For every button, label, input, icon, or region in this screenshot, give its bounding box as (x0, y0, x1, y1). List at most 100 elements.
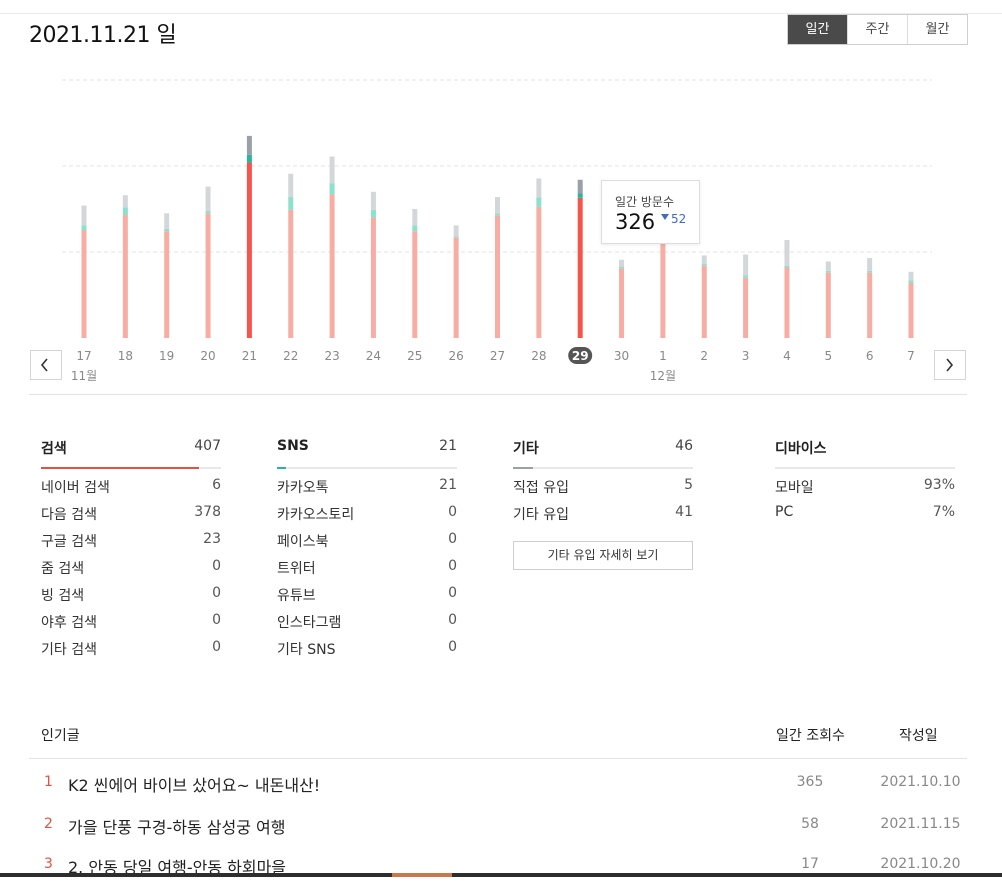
stat-device-header: 디바이스 (775, 436, 955, 469)
day-label: 30 (614, 349, 629, 363)
bar-segment-sns (81, 225, 87, 231)
bar-segment-sns (701, 264, 707, 266)
tab-monthly[interactable]: 월간 (908, 15, 967, 44)
stat-device: 디바이스 모바일 93% PC 7% (775, 436, 955, 523)
stat-row-value: 41 (675, 504, 693, 520)
bar-segment-sns (453, 236, 459, 238)
bar-segment-search (825, 272, 831, 338)
day-label: 5 (824, 349, 832, 363)
bar-segment-etc (701, 255, 707, 265)
bar-segment-sns (288, 196, 294, 210)
bar-segment-search (577, 197, 583, 338)
bar-segment-etc (743, 254, 749, 276)
bar-segment-etc (577, 179, 583, 194)
stat-row-value: 0 (448, 504, 457, 520)
bar-segment-etc (908, 271, 914, 281)
popular-row[interactable]: 3 2. 안동 당일 여행-안동 하회마을 17 2021.10.20 (0, 856, 1002, 886)
visits-bar-chart: 17 18 19 20 21 22 23 24 25 26 27 28 29 30 1 2 3 4 5 6 711월 12… (62, 79, 932, 383)
stat-row-label: 구글 검색 (41, 534, 97, 550)
bar-segment-search (246, 162, 252, 338)
day-label: 26 (449, 349, 464, 363)
popular-row[interactable]: 2 가을 단풍 구경-하동 삼성궁 여행 58 2021.11.15 (0, 816, 1002, 846)
stat-row-label: 야후 검색 (41, 615, 97, 631)
stat-search-row: 다음 검색 378 (41, 496, 221, 523)
bar-segment-etc (867, 258, 873, 271)
bar-segment-sns (867, 270, 873, 273)
popular-views: 58 (801, 816, 819, 832)
bar-segment-etc (122, 195, 128, 208)
bar-segment-sns (908, 280, 914, 283)
stat-device-title: 디바이스 (775, 441, 827, 457)
bar-segment-etc (412, 209, 418, 226)
bar-segment-sns (743, 275, 749, 278)
stat-etc-total: 46 (675, 438, 693, 454)
chart-next-button[interactable] (934, 350, 966, 380)
stat-sns-row: 기타 SNS 0 (277, 631, 457, 658)
tooltip-label: 일간 방문수 (615, 195, 675, 209)
stat-sns-row: 카카오스토리 0 (277, 496, 457, 523)
popular-views: 365 (796, 774, 824, 790)
stat-sns-row: 유튜브 0 (277, 577, 457, 604)
month-label: 11월 (71, 369, 97, 383)
bar-segment-sns (412, 225, 418, 232)
bar-segment-etc (495, 196, 500, 214)
stat-sns-row: 트위터 0 (277, 550, 457, 577)
bar-segment-search (784, 267, 790, 338)
bar-segment-etc (164, 213, 170, 229)
bar-segment-search (164, 231, 170, 338)
popular-date: 2021.10.20 (880, 856, 961, 872)
stat-row-value: 0 (448, 585, 457, 601)
stat-row-value: 23 (203, 531, 221, 547)
bar-segment-search (329, 194, 335, 338)
stat-row-value: 21 (439, 477, 457, 493)
bar-segment-search (370, 217, 376, 338)
bottom-scrollbar[interactable] (0, 873, 1002, 877)
stat-device-row: PC 7% (775, 496, 955, 523)
stat-sns-row: 인스타그램 0 (277, 604, 457, 631)
stat-search-row: 줌 검색 0 (41, 550, 221, 577)
stat-row-value: 0 (448, 531, 457, 547)
chevron-right-icon (946, 358, 954, 372)
popular-post-link[interactable]: 가을 단풍 구경-하동 삼성궁 여행 (68, 814, 285, 838)
popular-views-header: 일간 조회수 (776, 728, 845, 744)
popular-divider (29, 758, 967, 759)
stat-row-label: 인스타그램 (277, 615, 342, 631)
bar-segment-etc (288, 173, 294, 197)
popular-rank: 1 (44, 774, 53, 790)
stat-row-label: 트위터 (277, 561, 316, 577)
chart-prev-button[interactable] (30, 350, 62, 380)
tab-weekly[interactable]: 주간 (848, 15, 908, 44)
bar-segment-sns (205, 210, 211, 214)
popular-post-link[interactable]: K2 씬에어 바이브 샀어요~ 내돈내산! (68, 772, 320, 796)
stat-row-value: 93% (923, 477, 955, 493)
bar-segment-etc (329, 156, 335, 184)
date-title: 2021.11.21 일 (29, 23, 177, 48)
bar-segment-etc (81, 205, 87, 226)
bar-segment-sns (495, 213, 500, 216)
month-label: 12월 (650, 369, 676, 383)
stat-row-value: 0 (448, 612, 457, 628)
etc-detail-button[interactable]: 기타 유입 자세히 보기 (513, 541, 693, 570)
bar-segment-sns (577, 193, 583, 198)
popular-date-header: 작성일 (899, 728, 938, 744)
stat-row-label: 직접 유입 (513, 480, 569, 496)
stat-search-row: 빙 검색 0 (41, 577, 221, 604)
stat-row-value: 6 (212, 477, 221, 493)
bar-segment-search (288, 209, 294, 338)
stat-row-value: 0 (212, 558, 221, 574)
popular-row[interactable]: 1 K2 씬에어 바이브 샀어요~ 내돈내산! 365 2021.10.10 (0, 774, 1002, 804)
stat-row-label: 줌 검색 (41, 561, 85, 577)
bar-segment-sns (164, 228, 170, 232)
stat-etc: 기타 46 직접 유입 5 기타 유입 41 (513, 436, 693, 523)
stat-row-value: 378 (194, 504, 221, 520)
popular-rank: 3 (44, 856, 53, 872)
bar-segment-search (908, 282, 914, 338)
scrollbar-thumb[interactable] (392, 873, 452, 877)
stat-row-label: 기타 유입 (513, 507, 569, 523)
tab-daily[interactable]: 일간 (788, 15, 848, 44)
stat-row-label: 다음 검색 (41, 507, 97, 523)
stat-row-value: 0 (212, 639, 221, 655)
bar-segment-search (412, 231, 418, 338)
stat-search-title: 검색 (41, 441, 67, 457)
stat-search-row: 네이버 검색 6 (41, 469, 221, 496)
